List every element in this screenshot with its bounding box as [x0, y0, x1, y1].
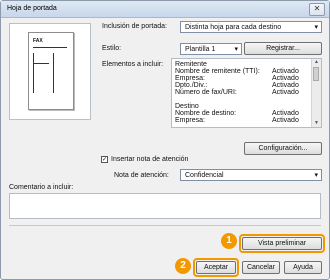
- preview-fax-label: FAX: [33, 38, 43, 44]
- help-button[interactable]: Ayuda: [284, 261, 322, 274]
- preview-page: FAX: [28, 32, 74, 110]
- style-label: Estilo:: [102, 45, 122, 52]
- scroll-up-icon[interactable]: ▲: [312, 59, 321, 66]
- close-button[interactable]: ✕: [309, 3, 325, 16]
- comment-label: Comentario a incluir:: [9, 184, 74, 191]
- configuration-button[interactable]: Configuración...: [244, 142, 322, 155]
- preview-line: [33, 47, 67, 48]
- preview-line: [33, 53, 34, 93]
- style-select[interactable]: Plantilla 1 ▾: [180, 43, 242, 55]
- attention-note-checkbox-label: Insertar nota de atención: [111, 156, 189, 163]
- scroll-down-icon[interactable]: ▼: [312, 120, 321, 127]
- check-icon: ✓: [102, 157, 108, 163]
- preview-button[interactable]: Vista preliminar: [242, 237, 322, 250]
- attention-note-value: Confidencial: [185, 172, 224, 179]
- scroll-thumb[interactable]: [313, 67, 319, 81]
- cover-inclusion-select[interactable]: Distinta hoja para cada destino ▾: [180, 21, 322, 33]
- cover-inclusion-label: Inclusión de portada:: [102, 23, 167, 30]
- list-item: Empresa: Activado: [175, 117, 299, 124]
- preview-line: [33, 63, 49, 64]
- list-scrollbar[interactable]: ▲ ▼: [311, 59, 321, 127]
- elements-label: Elementos a incluir:: [102, 61, 164, 68]
- cover-preview: FAX: [9, 23, 91, 120]
- chevron-down-icon: ▾: [314, 24, 318, 31]
- cancel-button[interactable]: Cancelar: [242, 261, 280, 274]
- callout-badge-2: 2: [175, 258, 191, 274]
- register-button[interactable]: Registrar...: [244, 42, 322, 55]
- comment-textarea[interactable]: [9, 193, 321, 219]
- chevron-down-icon: ▾: [234, 46, 238, 53]
- style-value: Plantilla 1: [185, 46, 216, 53]
- divider: [9, 225, 321, 226]
- window-title: Hoja de portada: [7, 5, 57, 12]
- title-bar: Hoja de portada ✕: [1, 1, 329, 18]
- elements-list[interactable]: Remitente Nombre de remitente (TTI): Acti…: [171, 58, 322, 128]
- accept-button[interactable]: Aceptar: [196, 261, 236, 274]
- dialog-window: Hoja de portada ✕ FAX Inclusión de porta…: [0, 0, 330, 280]
- preview-line: [53, 53, 54, 93]
- attention-note-checkbox[interactable]: ✓: [101, 156, 108, 163]
- attention-note-label: Nota de atención:: [114, 172, 169, 179]
- close-icon: ✕: [313, 4, 321, 13]
- attention-note-select[interactable]: Confidencial ▾: [180, 169, 322, 181]
- cover-inclusion-value: Distinta hoja para cada destino: [185, 24, 282, 31]
- callout-badge-1: 1: [221, 233, 237, 249]
- chevron-down-icon: ▾: [314, 172, 318, 179]
